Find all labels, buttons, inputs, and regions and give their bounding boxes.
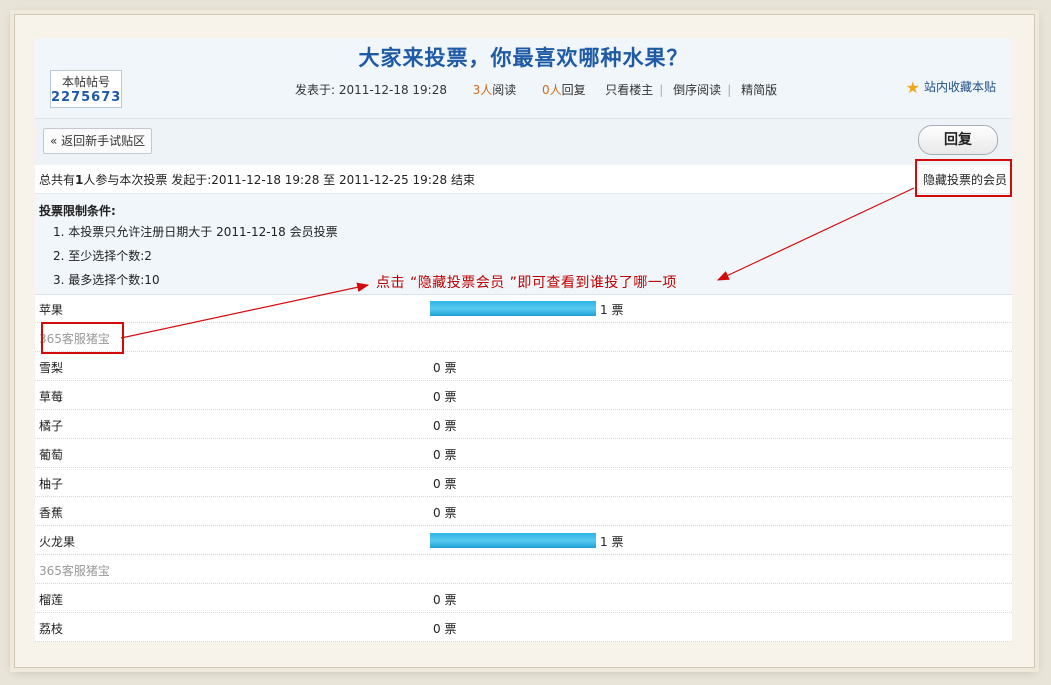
annotation-arrows <box>120 187 915 339</box>
arrow-to-annotation-text <box>120 282 370 339</box>
arrow-from-hide-voters <box>716 187 915 281</box>
